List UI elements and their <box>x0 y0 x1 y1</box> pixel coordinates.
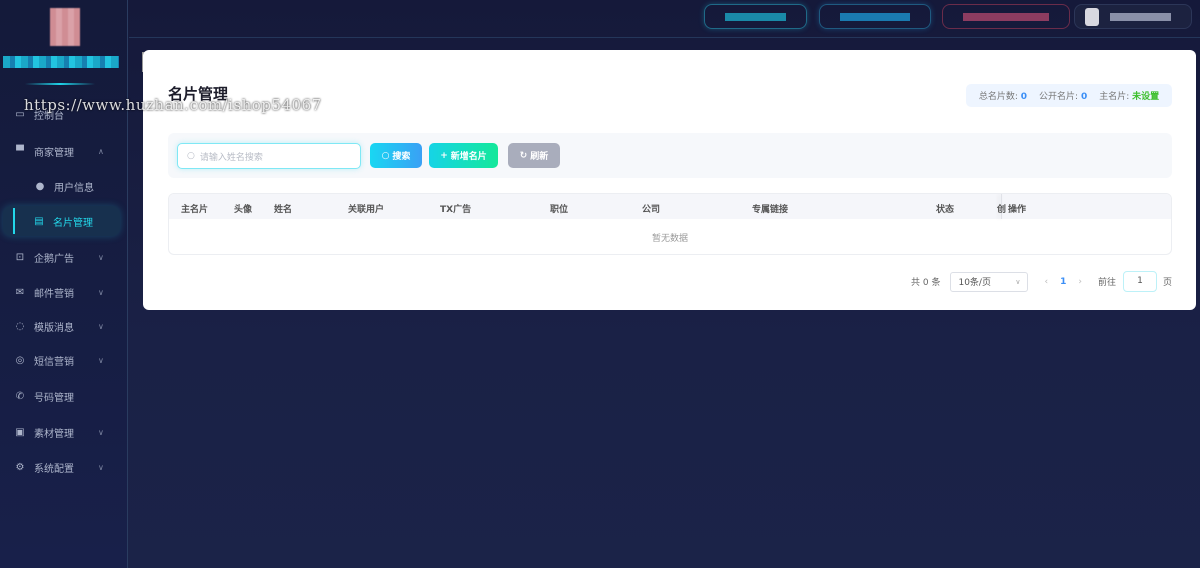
column-header[interactable]: 职位 <box>550 202 568 215</box>
page-number[interactable]: 1 <box>1060 277 1066 287</box>
column-header[interactable]: 头像 <box>234 202 252 215</box>
main-card: 名片管理 总名片数: 0 公开名片: 0 主名片: 未设置 ○ 请输入姓名搜索 ○… <box>143 50 1196 310</box>
divider <box>25 83 95 85</box>
user-icon: ● <box>35 180 45 192</box>
column-header[interactable]: 主名片 <box>181 202 208 215</box>
card-icon: ▤ <box>34 215 44 227</box>
refresh-button[interactable]: ↻ 刷新 <box>508 143 560 168</box>
toolbar: ○ 请输入姓名搜索 ○ 搜索 + 新增名片 ↻ 刷新 <box>168 133 1172 178</box>
button-label: 新增名片 <box>450 152 487 162</box>
stat-total: 0 <box>1020 92 1028 102</box>
header-button[interactable] <box>704 4 807 29</box>
sidebar-item[interactable]: ● 用户信息 <box>0 171 128 201</box>
sidebar-item[interactable]: ▭ 控制台 <box>0 99 128 129</box>
phone-icon: ✆ <box>15 390 25 402</box>
search-placeholder: 请输入姓名搜索 <box>199 152 263 163</box>
user-menu[interactable] <box>1074 4 1192 29</box>
header-button[interactable] <box>942 4 1070 29</box>
button-label: 刷新 <box>530 152 549 162</box>
page-unit: 页 <box>1162 278 1172 288</box>
sidebar-item-label: 短信营销 <box>34 356 74 368</box>
sidebar-item-label: 邮件营销 <box>34 288 74 300</box>
table-header: 主名片 头像 姓名 关联用户 TX广告 职位 公司 专属链接 状态 创操作 <box>169 194 1171 219</box>
prev-page-icon[interactable]: ‹ <box>1044 277 1048 287</box>
sidebar-item-label: 商家管理 <box>34 147 74 159</box>
page-size-value: 10条/页 <box>958 278 991 288</box>
monitor-icon: ▭ <box>15 108 25 120</box>
shop-icon: ▀ <box>16 145 24 157</box>
column-header[interactable]: 操作 <box>1008 202 1026 215</box>
sidebar-item-label: 系统配置 <box>34 463 74 475</box>
sidebar-item-label: 用户信息 <box>54 182 94 194</box>
column-header[interactable]: 状态 <box>936 202 954 215</box>
chevron-up-icon: ∧ <box>98 146 104 156</box>
sidebar-item-label: 素材管理 <box>34 428 74 440</box>
column-header[interactable]: 专属链接 <box>752 202 788 215</box>
chevron-down-icon: ∨ <box>98 427 104 437</box>
button-label: 搜索 <box>392 152 411 162</box>
total-count: 共 0 条 <box>911 278 941 288</box>
refresh-icon: ↻ <box>519 150 528 161</box>
cards-table: 主名片 头像 姓名 关联用户 TX广告 职位 公司 专属链接 状态 创操作 暂无数据 <box>168 193 1172 255</box>
sidebar: ▭ 控制台 ▀ 商家管理 ∧ ● 用户信息 ▤ 名片管理 ⊡ 企鹅广告 ∨ ✉ 邮件营销 ∨ ◌ 模版消息 ∨ ◎ 短… <box>0 0 128 568</box>
chevron-down-icon: ∨ <box>1015 277 1021 286</box>
stats-box: 总名片数: 0 公开名片: 0 主名片: 未设置 <box>966 84 1172 107</box>
stat-main: 未设置 <box>1132 92 1160 102</box>
header-button[interactable] <box>819 4 931 29</box>
search-icon: ○ <box>381 150 390 161</box>
search-icon: ○ <box>187 151 195 161</box>
stat-label: 主名片: <box>1099 92 1130 102</box>
logo <box>50 8 80 46</box>
column-header[interactable]: 姓名 <box>274 202 292 215</box>
sidebar-item[interactable]: ✆ 号码管理 <box>0 381 128 411</box>
goto-input[interactable]: 1 <box>1122 271 1157 292</box>
sidebar-item[interactable]: ▀ 商家管理 ∧ <box>0 136 128 166</box>
sidebar-item[interactable]: ⚙ 系统配置 ∨ <box>0 452 128 482</box>
brand-name <box>3 56 119 68</box>
avatar <box>1085 8 1099 26</box>
page-size-select[interactable]: 10条/页 ∨ <box>950 271 1029 292</box>
sms-icon: ◎ <box>15 354 25 366</box>
search-button[interactable]: ○ 搜索 <box>370 143 422 168</box>
stat-public: 0 <box>1080 92 1088 102</box>
page-title: 名片管理 <box>168 85 229 103</box>
column-header[interactable]: 公司 <box>642 202 660 215</box>
sidebar-item-label: 模版消息 <box>34 322 74 334</box>
stat-label: 公开名片: <box>1039 92 1079 102</box>
sidebar-item[interactable]: ✉ 邮件营销 ∨ <box>0 277 128 307</box>
topbar <box>129 0 1200 38</box>
sidebar-item-label: 企鹅广告 <box>34 253 74 265</box>
empty-text: 暂无数据 <box>651 234 688 244</box>
chevron-down-icon: ∨ <box>98 462 104 472</box>
chevron-down-icon: ∨ <box>98 252 104 262</box>
chevron-down-icon: ∨ <box>98 321 104 331</box>
sidebar-item[interactable]: ◌ 模版消息 ∨ <box>0 311 128 341</box>
sidebar-item[interactable]: ▣ 素材管理 ∨ <box>0 417 128 447</box>
sidebar-item[interactable]: ⊡ 企鹅广告 ∨ <box>0 242 128 272</box>
sidebar-item-label: 名片管理 <box>53 217 93 229</box>
sidebar-item[interactable]: ▤ 名片管理 <box>3 206 120 236</box>
column-header[interactable]: TX广告 <box>440 202 471 215</box>
plus-icon: + <box>440 150 448 161</box>
sidebar-item-label: 控制台 <box>34 110 64 122</box>
sidebar-item[interactable]: ◎ 短信营销 ∨ <box>0 345 128 375</box>
billboard-icon: ⊡ <box>15 251 25 263</box>
image-icon: ▣ <box>15 426 25 438</box>
next-page-icon[interactable]: › <box>1078 277 1082 287</box>
chevron-down-icon: ∨ <box>98 287 104 297</box>
sidebar-item-label: 号码管理 <box>34 392 74 404</box>
goto-label: 前往 <box>1097 278 1116 288</box>
pagination: 共 0 条 10条/页 ∨ ‹ 1 › 前往 1 页 <box>911 271 1172 292</box>
column-header[interactable]: 创 <box>997 202 1006 215</box>
stat-label: 总名片数: <box>978 92 1018 102</box>
column-header[interactable]: 关联用户 <box>348 202 384 215</box>
chevron-down-icon: ∨ <box>98 355 104 365</box>
mail-icon: ✉ <box>15 286 25 298</box>
search-input[interactable]: ○ 请输入姓名搜索 <box>177 143 361 169</box>
chat-icon: ◌ <box>15 320 25 332</box>
gear-icon: ⚙ <box>15 461 25 473</box>
add-card-button[interactable]: + 新增名片 <box>429 143 498 168</box>
